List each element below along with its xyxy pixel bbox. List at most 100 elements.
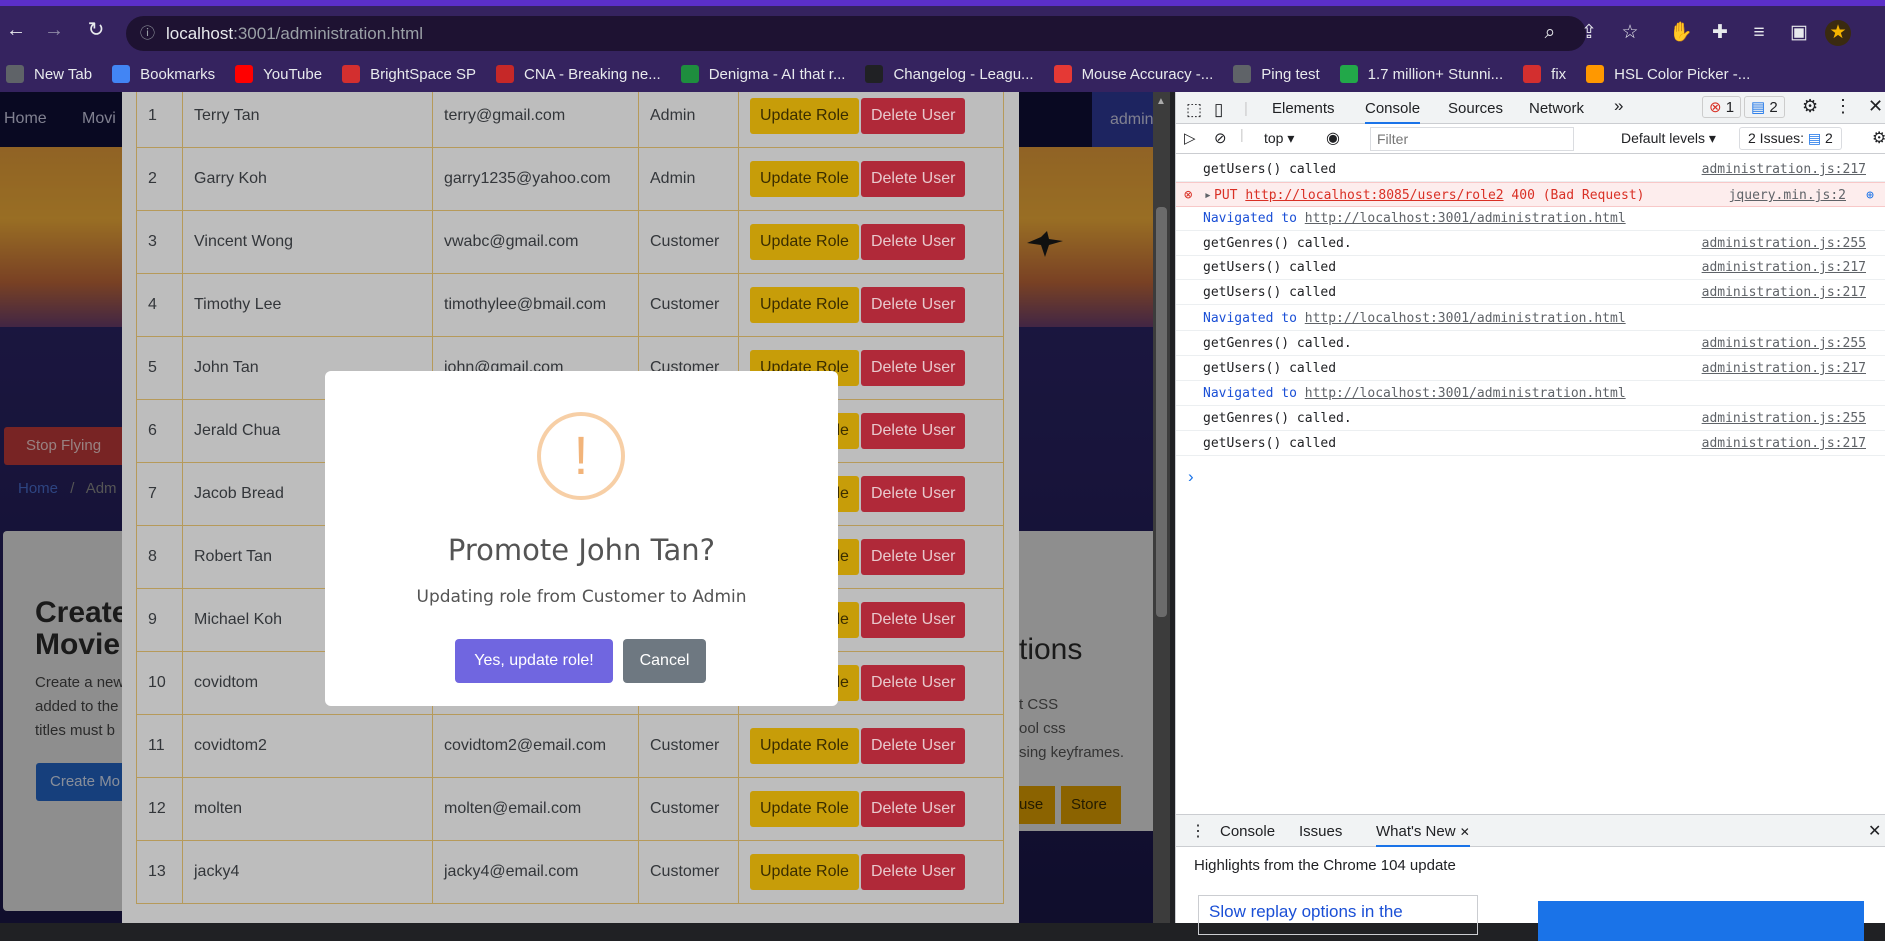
tab-network[interactable]: Network — [1529, 100, 1584, 117]
log-source-link[interactable]: administration.js:255 — [1702, 331, 1866, 356]
confirm-update-role-button[interactable]: Yes, update role! — [455, 639, 613, 683]
message-count-badge[interactable]: ▤ 2 — [1744, 96, 1785, 118]
bookmark-item[interactable]: Changelog - Leagu... — [865, 65, 1034, 83]
info-icon[interactable]: ⓘ — [140, 16, 155, 51]
device-toolbar-icon[interactable]: ▯ — [1214, 100, 1223, 120]
delete-user-button[interactable]: Delete User — [860, 665, 966, 701]
back-arrow-icon[interactable]: ← — [2, 16, 30, 44]
clear-console-icon[interactable]: ⊘ — [1214, 129, 1227, 147]
eye-icon[interactable]: ◉ — [1326, 128, 1340, 148]
address-bar[interactable]: ⓘ localhost:3001/administration.html — [126, 16, 1586, 51]
update-role-button[interactable]: Update Role — [750, 854, 859, 890]
console-filter-input[interactable] — [1370, 127, 1574, 151]
console-prompt[interactable]: › — [1188, 467, 1194, 487]
reload-icon[interactable]: ↻ — [82, 16, 110, 44]
settings-gear-icon[interactable]: ⚙ — [1802, 96, 1818, 117]
console-settings-icon[interactable]: ⚙ — [1872, 128, 1885, 148]
side-panel-icon[interactable]: ▣ — [1786, 20, 1812, 46]
delete-user-button[interactable]: Delete User — [860, 161, 966, 197]
media-control-icon[interactable]: ≡ — [1746, 20, 1772, 46]
log-source-link[interactable]: administration.js:255 — [1702, 231, 1866, 256]
log-source-link[interactable]: administration.js:255 — [1702, 406, 1866, 431]
issues-button[interactable]: 2 Issues: ▤ 2 — [1739, 127, 1842, 150]
bookmark-item[interactable]: New Tab — [6, 65, 92, 83]
delete-user-button[interactable]: Delete User — [860, 224, 966, 260]
scroll-up-icon[interactable]: ▲ — [1156, 96, 1166, 107]
drawer-tab-whats-new[interactable]: What's New ✕ — [1376, 823, 1470, 847]
drawer-menu-icon[interactable]: ⋮ — [1190, 821, 1206, 841]
bookmark-item[interactable]: Bookmarks — [112, 65, 215, 83]
issues-count: 2 — [1825, 130, 1833, 146]
update-role-button[interactable]: Update Role — [750, 728, 859, 764]
drawer-tab-console[interactable]: Console — [1220, 823, 1275, 840]
delete-user-button[interactable]: Delete User — [860, 602, 966, 638]
share-icon[interactable]: ⇪ — [1576, 20, 1602, 46]
drawer-tabbar: ⋮ Console Issues What's New ✕ ✕ — [1176, 815, 1885, 847]
delete-user-button[interactable]: Delete User — [860, 350, 966, 386]
log-url-link[interactable]: http://localhost:8085/users/role2 — [1245, 188, 1503, 203]
whats-new-item-link[interactable]: Slow replay options in the — [1198, 895, 1478, 935]
bookmark-item[interactable]: Mouse Accuracy -... — [1053, 65, 1213, 83]
profile-avatar-icon[interactable]: ★ — [1825, 20, 1851, 46]
zoom-icon[interactable]: ⌕ — [1537, 20, 1563, 46]
delete-user-button[interactable]: Delete User — [860, 728, 966, 764]
log-source-link[interactable]: administration.js:217 — [1702, 356, 1866, 381]
delete-user-button[interactable]: Delete User — [860, 539, 966, 575]
log-url-link[interactable]: http://localhost:3001/administration.htm… — [1305, 311, 1626, 326]
user-role: Customer — [638, 777, 739, 841]
page-scrollbar[interactable]: ▲ — [1153, 92, 1170, 923]
cancel-button[interactable]: Cancel — [623, 639, 706, 683]
update-role-button[interactable]: Update Role — [750, 161, 859, 197]
delete-user-button[interactable]: Delete User — [860, 98, 966, 134]
log-source-link[interactable]: administration.js:217 — [1702, 157, 1866, 182]
delete-user-button[interactable]: Delete User — [860, 476, 966, 512]
drawer-tab-issues[interactable]: Issues — [1299, 823, 1342, 840]
log-source-link[interactable]: administration.js:217 — [1702, 431, 1866, 456]
error-count-badge[interactable]: ⊗ 1 — [1702, 96, 1742, 118]
log-source-link[interactable]: administration.js:217 — [1702, 255, 1866, 280]
more-tabs-icon[interactable]: » — [1614, 96, 1623, 116]
star-icon[interactable]: ☆ — [1617, 20, 1643, 46]
close-drawer-icon[interactable]: ✕ — [1868, 821, 1881, 841]
delete-user-button[interactable]: Delete User — [860, 413, 966, 449]
search-web-icon[interactable]: ⊕ — [1866, 183, 1874, 208]
update-role-button[interactable]: Update Role — [750, 224, 859, 260]
bookmark-item[interactable]: Denigma - AI that r... — [680, 65, 845, 83]
user-email: timothylee@bmail.com — [432, 273, 639, 337]
extensions-puzzle-icon[interactable]: ✚ — [1707, 20, 1733, 46]
bookmark-item[interactable]: fix — [1523, 65, 1566, 83]
context-selector[interactable]: top ▾ — [1264, 130, 1294, 147]
update-role-button[interactable]: Update Role — [750, 287, 859, 323]
log-levels-dropdown[interactable]: Default levels ▾ — [1621, 130, 1716, 147]
tab-sources[interactable]: Sources — [1448, 100, 1503, 117]
kebab-menu-icon[interactable]: ⋮ — [1834, 96, 1852, 117]
close-devtools-icon[interactable]: ✕ — [1868, 96, 1883, 117]
log-url-link[interactable]: http://localhost:3001/administration.htm… — [1305, 386, 1626, 401]
delete-user-button[interactable]: Delete User — [860, 287, 966, 323]
sidebar-toggle-icon[interactable]: ▷ — [1184, 129, 1196, 147]
bookmark-item[interactable]: BrightSpace SP — [342, 65, 476, 83]
url-host: localhost — [166, 24, 234, 43]
update-role-button[interactable]: Update Role — [750, 98, 859, 134]
bookmark-item[interactable]: 1.7 million+ Stunni... — [1339, 65, 1503, 83]
inspect-element-icon[interactable]: ⬚ — [1186, 100, 1202, 120]
delete-user-button[interactable]: Delete User — [860, 791, 966, 827]
log-text: getUsers() called — [1203, 361, 1337, 376]
bookmark-item[interactable]: HSL Color Picker -... — [1586, 65, 1750, 83]
log-url-link[interactable]: http://localhost:3001/administration.htm… — [1305, 211, 1626, 226]
scrollbar-thumb[interactable] — [1156, 207, 1167, 617]
ad-block-extension-icon[interactable]: ✋ — [1668, 20, 1694, 46]
warning-icon: ! — [537, 412, 625, 500]
close-tab-icon[interactable]: ✕ — [1460, 825, 1470, 839]
tab-console[interactable]: Console — [1365, 100, 1421, 124]
log-source-link[interactable]: administration.js:217 — [1702, 280, 1866, 305]
expand-triangle-icon[interactable]: ▸ — [1204, 183, 1212, 208]
bookmark-item[interactable]: YouTube — [235, 65, 322, 83]
forward-arrow-icon[interactable]: → — [40, 16, 68, 44]
log-source-link[interactable]: jquery.min.js:2 — [1729, 183, 1846, 208]
tab-elements[interactable]: Elements — [1272, 100, 1335, 117]
update-role-button[interactable]: Update Role — [750, 791, 859, 827]
bookmark-item[interactable]: CNA - Breaking ne... — [495, 65, 661, 83]
delete-user-button[interactable]: Delete User — [860, 854, 966, 890]
bookmark-item[interactable]: Ping test — [1233, 65, 1320, 83]
